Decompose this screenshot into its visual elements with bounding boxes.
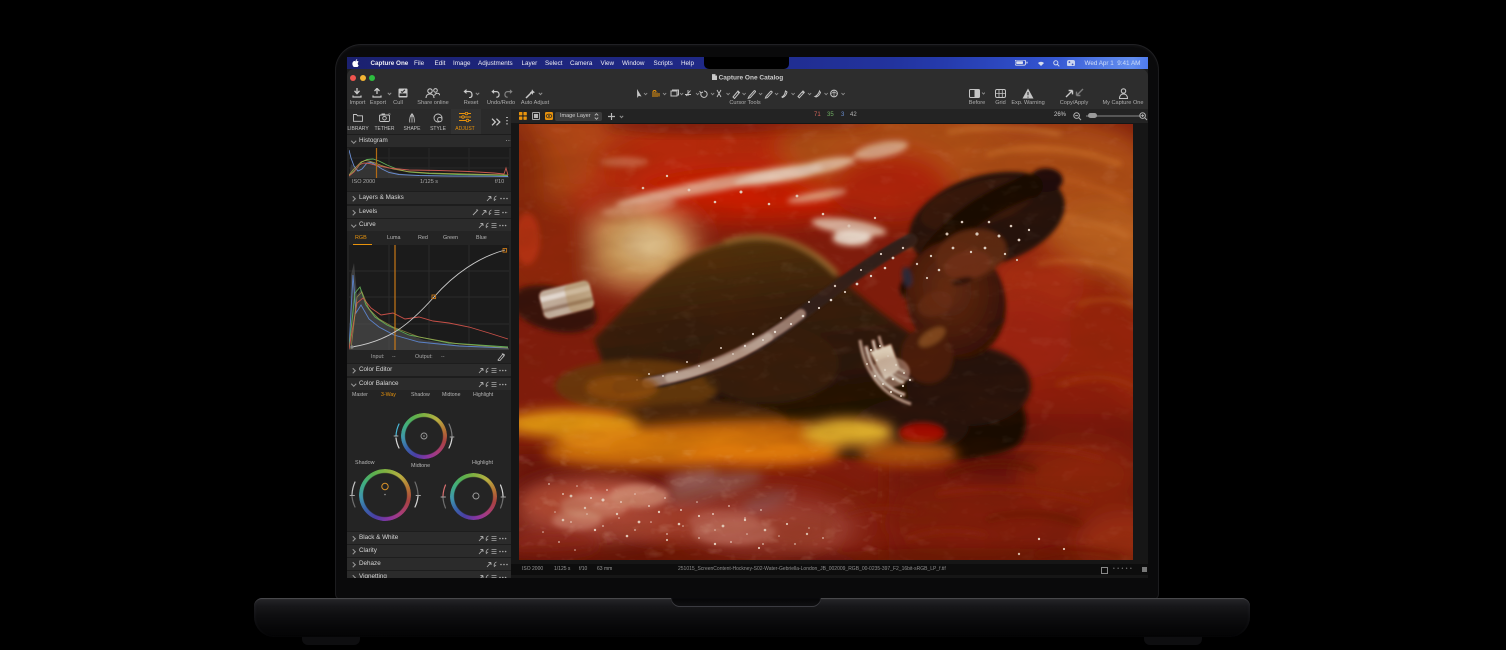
svg-text:0: 0 [389,113,391,116]
